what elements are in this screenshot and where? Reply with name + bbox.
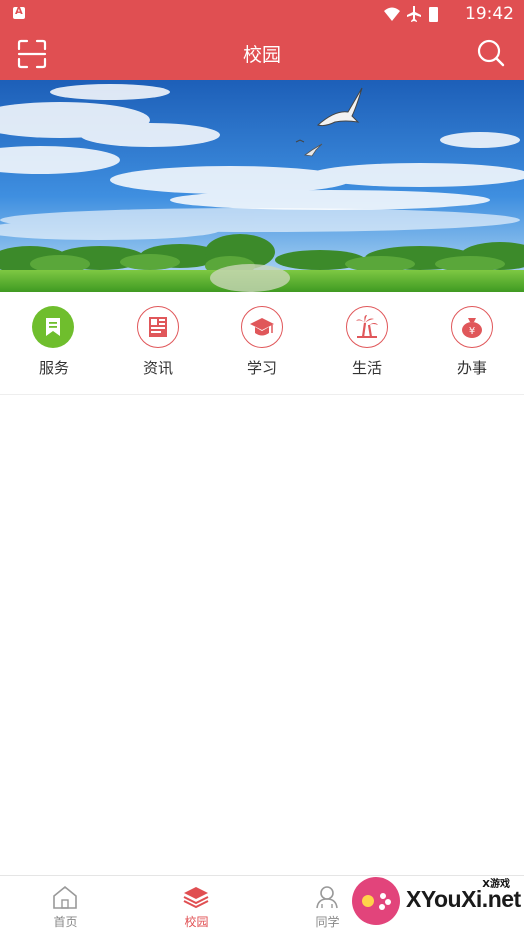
svg-text:¥: ¥ <box>469 326 475 337</box>
battery-icon <box>429 7 438 22</box>
quick-link-label: 学习 <box>246 359 277 377</box>
campus-banner[interactable] <box>0 80 524 292</box>
wifi-icon <box>384 7 400 21</box>
classmates-icon <box>316 886 338 909</box>
quick-link-label: 办事 <box>456 359 487 377</box>
palm-tree-icon <box>346 306 388 348</box>
gamepad-logo-icon <box>352 877 400 925</box>
tab-label: 校园 <box>184 915 209 929</box>
watermark: XYouXi.net X游戏 <box>350 872 524 930</box>
home-icon <box>53 885 77 909</box>
status-time: 19:42 <box>465 4 514 24</box>
app-bar: 校园 <box>0 28 524 80</box>
search-icon[interactable] <box>476 38 506 68</box>
money-bag-icon: ¥ <box>451 306 493 348</box>
quick-link-life[interactable]: 生活 <box>327 306 407 386</box>
page-title: 校园 <box>242 44 281 66</box>
quick-links: 服务 资讯 学习 生活 ¥ 办事 <box>0 292 524 395</box>
tab-label: 首页 <box>53 915 78 929</box>
quick-link-affairs[interactable]: ¥ 办事 <box>432 306 512 386</box>
tab-home[interactable]: 首页 <box>0 876 131 931</box>
quick-link-news[interactable]: 资讯 <box>118 306 198 386</box>
content-area <box>0 395 524 875</box>
quick-link-label: 服务 <box>38 359 69 377</box>
quick-link-study[interactable]: 学习 <box>222 306 302 386</box>
graduation-cap-icon <box>241 306 283 348</box>
tab-campus[interactable]: 校园 <box>131 876 262 931</box>
quick-link-label: 生活 <box>351 359 382 377</box>
layers-icon <box>183 887 209 909</box>
status-icons <box>384 6 438 22</box>
watermark-brand: XYouXi.net <box>406 886 521 912</box>
app-notification-icon: A <box>13 6 25 19</box>
status-bar: A 19:42 <box>0 0 524 28</box>
quick-link-service[interactable]: 服务 <box>14 306 94 386</box>
news-icon <box>137 306 179 348</box>
quick-link-label: 资讯 <box>142 359 173 377</box>
airplane-icon <box>407 6 421 22</box>
bookmark-icon <box>32 306 74 348</box>
watermark-small-text: X游戏 <box>482 879 510 890</box>
